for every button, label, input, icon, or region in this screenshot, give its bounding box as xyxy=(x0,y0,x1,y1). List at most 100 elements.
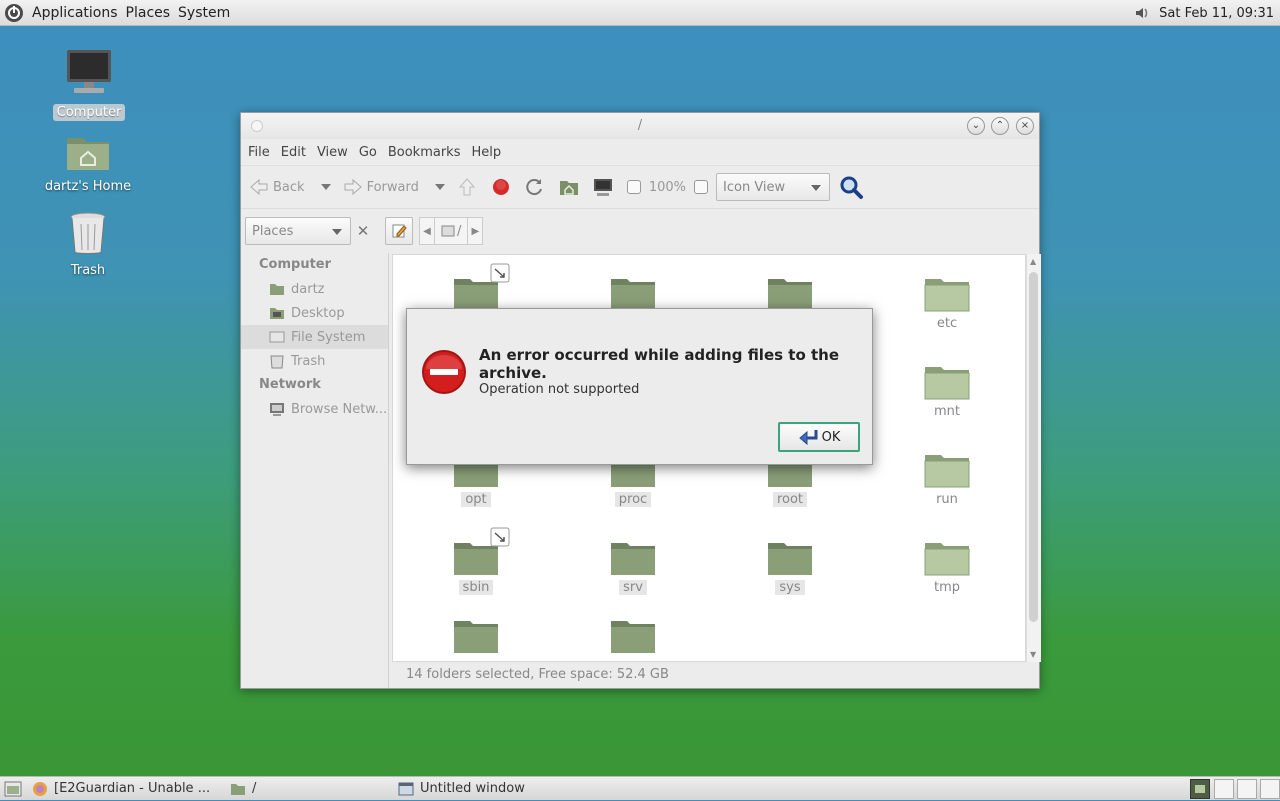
drive-icon xyxy=(269,331,285,343)
desktop-icon-trash[interactable]: Trash xyxy=(38,212,138,279)
menu-file[interactable]: File xyxy=(247,145,276,160)
menu-help[interactable]: Help xyxy=(470,145,507,160)
sidebar-item-label: Trash xyxy=(291,353,326,369)
scroll-up-icon[interactable]: ▲ xyxy=(1030,257,1036,266)
back-history-dropdown[interactable] xyxy=(320,184,331,190)
folder-label: proc xyxy=(614,492,652,507)
places-menu[interactable]: Places xyxy=(122,5,175,21)
desktop-icon-label: Trash xyxy=(70,263,106,278)
zoom-out-button[interactable] xyxy=(626,180,641,194)
desktop-icon-computer[interactable]: Computer xyxy=(39,48,139,121)
applications-menu[interactable]: Applications xyxy=(28,5,122,21)
menu-go[interactable]: Go xyxy=(358,145,383,160)
computer-icon[interactable] xyxy=(593,177,613,197)
taskbar-item-file-manager[interactable]: / xyxy=(226,777,394,801)
sidebar-item-browse-network[interactable]: Browse Netw... xyxy=(241,397,388,421)
zoom-in-button[interactable] xyxy=(694,180,709,194)
menu-bookmarks[interactable]: Bookmarks xyxy=(387,145,467,160)
volume-icon[interactable] xyxy=(1133,4,1151,22)
sidebar-item-dartz[interactable]: dartz xyxy=(241,277,388,301)
breadcrumb-left-icon[interactable]: ◀ xyxy=(420,226,434,237)
stop-icon[interactable] xyxy=(491,177,511,197)
sidebar-item-label: File System xyxy=(291,329,366,345)
close-sidebar-icon[interactable]: ✕ xyxy=(355,222,371,240)
top-panel: Applications Places System Sat Feb 11, 0… xyxy=(0,0,1280,26)
view-mode-select[interactable]: Icon View xyxy=(716,173,831,201)
maximize-button[interactable]: ⌃ xyxy=(991,117,1009,135)
minimize-button[interactable]: ⌄ xyxy=(967,117,985,135)
enter-arrow-icon xyxy=(798,430,818,446)
search-icon[interactable] xyxy=(838,174,864,200)
desktop-icon-home[interactable]: dartz's Home xyxy=(38,132,138,195)
ok-button[interactable]: OK xyxy=(778,422,860,452)
folder-label: opt xyxy=(461,492,491,507)
folder-etc[interactable]: etc xyxy=(902,275,992,331)
breadcrumb-right-icon[interactable]: ▶ xyxy=(468,226,482,237)
folder-srv[interactable]: srv xyxy=(588,539,678,595)
folder-icon xyxy=(611,543,655,575)
home-icon[interactable] xyxy=(559,177,579,197)
taskbar-item-label: Untitled window xyxy=(420,781,525,796)
titlebar[interactable]: / ⌄ ⌃ × xyxy=(241,113,1039,139)
clock[interactable]: Sat Feb 11, 09:31 xyxy=(1159,6,1274,21)
folder-label: tmp xyxy=(933,580,960,595)
browser-icon xyxy=(33,781,47,796)
folder-label: srv xyxy=(619,580,647,595)
sidebar-item-label: dartz xyxy=(291,281,325,297)
back-button[interactable]: Back xyxy=(249,177,305,197)
toolbar: Back Forward 100% Icon View xyxy=(241,165,1039,208)
folder-sys[interactable]: sys xyxy=(745,539,835,595)
folder-icon xyxy=(768,543,812,575)
folder-label: root xyxy=(772,492,808,507)
error-icon xyxy=(422,350,466,394)
folder-mnt[interactable]: mnt xyxy=(902,363,992,419)
taskbar-item-untitled-window[interactable]: Untitled window xyxy=(394,777,602,801)
edit-location-icon xyxy=(392,224,407,238)
vertical-scrollbar[interactable]: ▲ ▼ xyxy=(1026,254,1041,662)
up-arrow-icon[interactable] xyxy=(457,177,477,197)
sidebar-item-label: Desktop xyxy=(291,305,345,321)
places-combo[interactable]: Places xyxy=(245,217,351,245)
reload-icon[interactable] xyxy=(525,177,545,197)
workspace-switcher-2[interactable] xyxy=(1214,779,1234,799)
forward-button[interactable]: Forward xyxy=(343,177,419,197)
toggle-location-button[interactable] xyxy=(385,217,413,245)
workspace-switcher-3[interactable] xyxy=(1237,779,1257,799)
taskbar-item-label: / xyxy=(252,781,257,796)
folder-icon xyxy=(454,621,498,653)
sidebar-item-file-system[interactable]: File System xyxy=(241,325,388,349)
sidebar-item-trash[interactable]: Trash xyxy=(241,349,388,373)
menu-edit[interactable]: Edit xyxy=(280,145,312,160)
breadcrumb-root[interactable]: / xyxy=(434,218,469,244)
folder-run[interactable]: run xyxy=(902,451,992,507)
folder-item[interactable] xyxy=(588,617,678,655)
distro-logo-icon[interactable] xyxy=(4,3,24,23)
folder-sbin[interactable]: sbin xyxy=(431,539,521,595)
breadcrumb-label: / xyxy=(457,223,462,239)
folder-icon xyxy=(611,621,655,653)
desktop-icon-label: Computer xyxy=(52,104,126,121)
scroll-down-icon[interactable]: ▼ xyxy=(1030,650,1036,659)
status-bar: 14 folders selected, Free space: 52.4 GB xyxy=(406,667,669,682)
system-menu[interactable]: System xyxy=(174,5,234,21)
trash-icon xyxy=(70,212,106,254)
taskbar-item-e2guardian[interactable]: [E2Guardian - Unable ... xyxy=(28,777,226,801)
folder-icon xyxy=(924,367,970,400)
back-arrow-icon xyxy=(250,178,268,196)
taskbar-item-label: [E2Guardian - Unable ... xyxy=(54,781,211,796)
menu-view[interactable]: View xyxy=(316,145,354,160)
workspace-switcher-1[interactable] xyxy=(1190,779,1210,799)
symlink-emblem-icon xyxy=(490,263,510,283)
menubar: File Edit View Go Bookmarks Help xyxy=(241,139,1039,165)
dialog-heading: An error occurred while adding files to … xyxy=(479,346,839,382)
show-desktop-icon[interactable] xyxy=(4,781,22,797)
desktop-icon-label: dartz's Home xyxy=(44,179,132,194)
folder-tmp[interactable]: tmp xyxy=(902,539,992,595)
workspace-switcher-4[interactable] xyxy=(1260,779,1280,799)
scrollbar-thumb[interactable] xyxy=(1029,272,1038,622)
close-button[interactable]: × xyxy=(1016,117,1034,135)
sidebar-item-desktop[interactable]: Desktop xyxy=(241,301,388,325)
forward-history-dropdown[interactable] xyxy=(434,184,445,190)
folder-item[interactable] xyxy=(431,617,521,655)
folder-icon xyxy=(924,279,970,312)
